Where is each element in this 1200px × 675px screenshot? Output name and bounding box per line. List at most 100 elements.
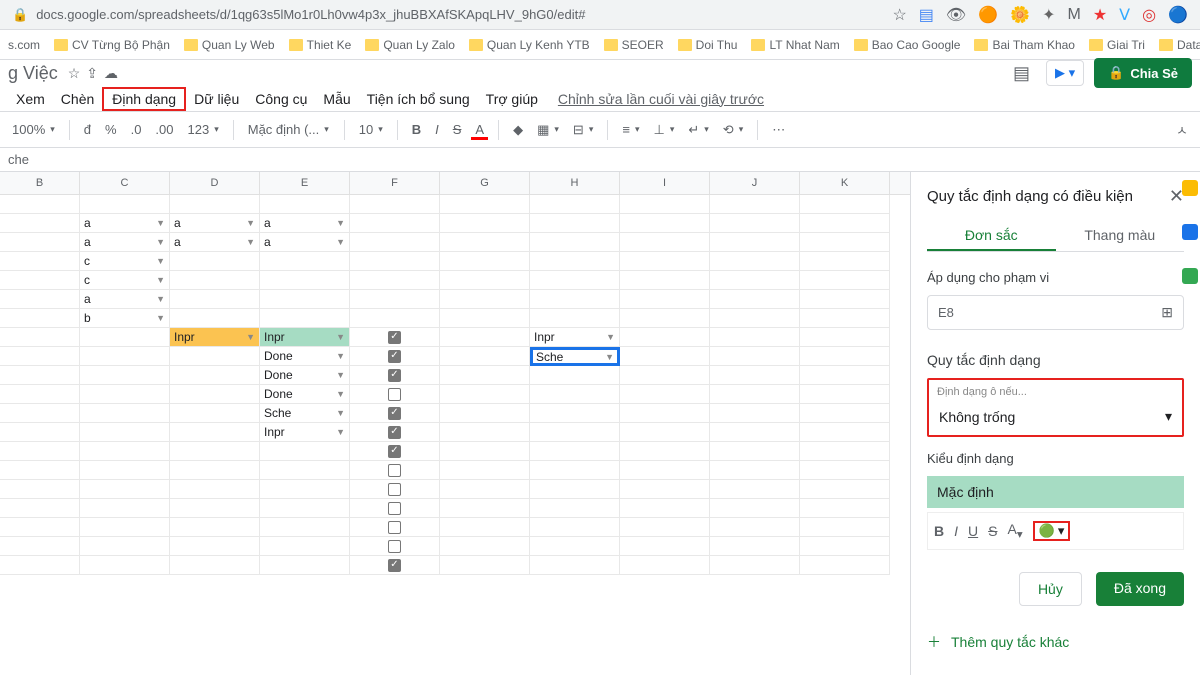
col-header[interactable]: C xyxy=(80,172,170,194)
cell[interactable] xyxy=(710,480,800,499)
cancel-button[interactable]: Hủy xyxy=(1019,572,1082,606)
share-button[interactable]: 🔒Chia Sẻ xyxy=(1094,58,1192,88)
menu-tienich[interactable]: Tiện ích bổ sung xyxy=(359,89,478,109)
cell[interactable]: a▼ xyxy=(170,214,260,233)
cell[interactable] xyxy=(620,480,710,499)
menu-dinhdang[interactable]: Định dạng xyxy=(102,87,186,111)
cell[interactable] xyxy=(710,499,800,518)
cell[interactable] xyxy=(710,290,800,309)
cell[interactable] xyxy=(710,537,800,556)
spreadsheet-grid[interactable]: B C D E F G H I J K a▼a▼a▼a▼a▼a▼c▼c▼a▼b▼… xyxy=(0,172,910,675)
dropdown-icon[interactable]: ▼ xyxy=(605,352,614,362)
cell[interactable] xyxy=(530,442,620,461)
cloud-icon[interactable]: ☁ xyxy=(104,65,118,82)
checkbox[interactable] xyxy=(388,369,401,382)
col-header[interactable]: I xyxy=(620,172,710,194)
bold-button[interactable]: B xyxy=(934,523,944,539)
cell[interactable] xyxy=(620,385,710,404)
dropdown-icon[interactable]: ▼ xyxy=(156,275,165,285)
cell[interactable] xyxy=(530,214,620,233)
range-input[interactable]: E8 ⊞ xyxy=(927,295,1184,330)
cell[interactable] xyxy=(350,214,440,233)
cell[interactable] xyxy=(530,366,620,385)
addon-icon[interactable] xyxy=(1182,180,1198,196)
col-header[interactable]: E xyxy=(260,172,350,194)
comments-icon[interactable]: ▤ xyxy=(1013,63,1030,84)
dropdown-icon[interactable]: ▼ xyxy=(606,332,615,342)
menu-xem[interactable]: Xem xyxy=(8,89,53,109)
cell[interactable] xyxy=(0,480,80,499)
cell[interactable] xyxy=(350,499,440,518)
cell[interactable] xyxy=(440,499,530,518)
dropdown-icon[interactable]: ▼ xyxy=(156,294,165,304)
cell[interactable] xyxy=(170,442,260,461)
cell[interactable] xyxy=(80,537,170,556)
cell[interactable] xyxy=(440,252,530,271)
cell[interactable] xyxy=(800,290,890,309)
checkbox[interactable] xyxy=(388,483,401,496)
cell[interactable] xyxy=(710,309,800,328)
dropdown-icon[interactable]: ▼ xyxy=(336,332,345,342)
cell[interactable] xyxy=(350,290,440,309)
cell[interactable] xyxy=(530,461,620,480)
checkbox[interactable] xyxy=(388,502,401,515)
cell[interactable]: a▼ xyxy=(170,233,260,252)
bookmark-item[interactable]: SEOER xyxy=(604,38,664,52)
cell[interactable]: Inpr▼ xyxy=(170,328,260,347)
cell[interactable] xyxy=(800,328,890,347)
cell[interactable]: a▼ xyxy=(80,233,170,252)
dec-increase-button[interactable]: .00 xyxy=(151,120,177,139)
bookmark-item[interactable]: Quan Ly Zalo xyxy=(365,38,455,52)
cell[interactable] xyxy=(800,442,890,461)
bookmark-item[interactable]: CV Từng Bộ Phận xyxy=(54,38,170,52)
cell[interactable] xyxy=(0,499,80,518)
bookmark-item[interactable]: Thiet Ke xyxy=(289,38,352,52)
cell[interactable] xyxy=(170,252,260,271)
star-icon[interactable]: ☆ xyxy=(892,5,906,25)
dropdown-icon[interactable]: ▼ xyxy=(336,218,345,228)
cell[interactable] xyxy=(800,499,890,518)
cell[interactable] xyxy=(530,556,620,575)
cell[interactable] xyxy=(350,518,440,537)
cell[interactable] xyxy=(800,385,890,404)
cell[interactable] xyxy=(0,537,80,556)
toolbar-collapse-icon[interactable]: ㅅ xyxy=(1172,118,1192,141)
menu-dulieu[interactable]: Dữ liệu xyxy=(186,89,247,109)
cell[interactable]: a▼ xyxy=(260,233,350,252)
cell[interactable] xyxy=(350,537,440,556)
font-size-select[interactable]: 10 xyxy=(355,120,387,139)
cell[interactable] xyxy=(350,366,440,385)
merge-button[interactable]: ⊟ xyxy=(569,120,597,140)
currency-button[interactable]: đ xyxy=(80,120,95,139)
cell[interactable] xyxy=(440,423,530,442)
cell[interactable] xyxy=(170,347,260,366)
cell[interactable] xyxy=(260,518,350,537)
cell[interactable] xyxy=(170,537,260,556)
dropdown-icon[interactable]: ▼ xyxy=(336,351,345,361)
cell[interactable] xyxy=(170,404,260,423)
cell[interactable] xyxy=(710,461,800,480)
bookmark-item[interactable]: LT Nhat Nam xyxy=(751,38,839,52)
cell[interactable] xyxy=(350,404,440,423)
checkbox[interactable] xyxy=(388,331,401,344)
cell[interactable]: a▼ xyxy=(80,214,170,233)
url-text[interactable]: docs.google.com/spreadsheets/d/1qg63s5lM… xyxy=(36,7,892,22)
cell[interactable]: Inpr▼ xyxy=(530,328,620,347)
cell[interactable]: Sche▼ xyxy=(530,347,620,366)
underline-button[interactable]: U xyxy=(968,523,978,539)
cell[interactable] xyxy=(0,518,80,537)
cell[interactable] xyxy=(170,461,260,480)
cell[interactable] xyxy=(0,233,80,252)
cell[interactable] xyxy=(530,233,620,252)
bookmark-item[interactable]: Data Bao Cao xyxy=(1159,38,1200,52)
text-color-button[interactable]: A xyxy=(471,120,488,140)
cell[interactable]: b▼ xyxy=(80,309,170,328)
cell[interactable] xyxy=(800,556,890,575)
wrap-button[interactable]: ↵ xyxy=(684,120,712,140)
more-button[interactable]: ⋯ xyxy=(768,120,789,140)
cell[interactable] xyxy=(530,537,620,556)
cell[interactable] xyxy=(620,366,710,385)
cell[interactable] xyxy=(80,366,170,385)
checkbox[interactable] xyxy=(388,521,401,534)
cell[interactable] xyxy=(620,290,710,309)
